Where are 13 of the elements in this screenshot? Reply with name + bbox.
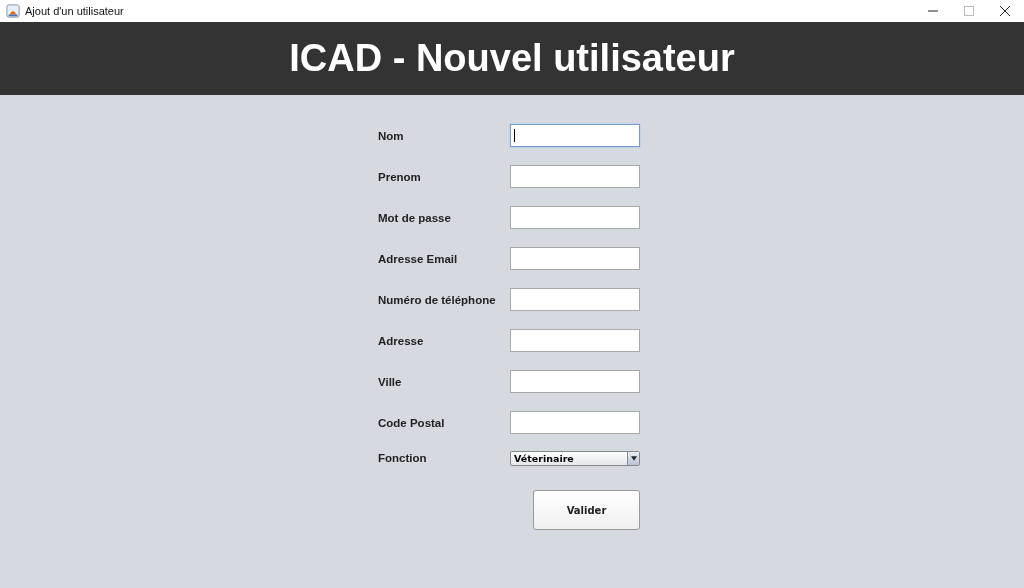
field-label: Fonction <box>378 452 428 464</box>
field-label: Numéro de téléphone <box>378 293 497 306</box>
submit-button[interactable]: Valider <box>533 490 640 530</box>
page-title: ICAD - Nouvel utilisateur <box>289 37 735 80</box>
window-title: Ajout d'un utilisateur <box>25 5 124 17</box>
field-label: Adresse <box>378 334 425 347</box>
field-label: Adresse Email <box>378 252 459 265</box>
field-label: Ville <box>378 375 403 388</box>
field-label: Nom <box>378 129 405 142</box>
field-label: Code Postal <box>378 416 446 429</box>
field-label: Mot de passe <box>378 211 452 224</box>
dropdown[interactable]: Véterinaire <box>510 450 640 466</box>
field-label: Prenom <box>378 170 422 183</box>
